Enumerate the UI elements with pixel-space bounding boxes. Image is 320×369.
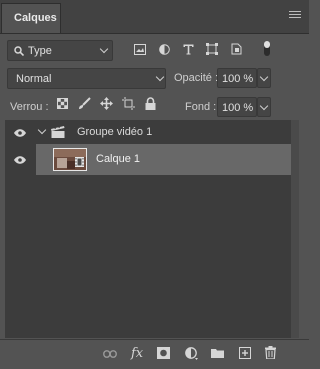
lock-image-pixels-icon[interactable]	[78, 97, 91, 110]
delete-layer-icon[interactable]	[265, 346, 276, 359]
layer-row-video-group[interactable]: Groupe vidéo 1	[5, 120, 291, 144]
opacity-input[interactable]: 100 %	[217, 68, 257, 88]
lock-position-icon[interactable]	[100, 97, 113, 110]
layer-style-fx-button[interactable]: fx	[131, 346, 143, 361]
lock-artboard-icon[interactable]	[122, 97, 135, 110]
group-expand-chevron-icon[interactable]	[37, 125, 47, 135]
type-layer-filter-icon[interactable]	[183, 44, 194, 55]
layers-footer-toolbar: fx	[0, 339, 309, 369]
fill-label: Fond :	[185, 101, 217, 113]
pixel-layer-filter-icon[interactable]	[134, 44, 146, 55]
chevron-down-icon	[259, 101, 269, 111]
chevron-down-icon	[155, 72, 165, 82]
video-group-icon	[51, 125, 65, 138]
visibility-toggle[interactable]	[5, 144, 36, 175]
new-group-folder-icon[interactable]	[211, 348, 224, 358]
layers-scrollbar[interactable]	[291, 120, 299, 338]
filter-kind-label: Type	[28, 45, 52, 57]
eye-icon	[14, 156, 26, 164]
filter-toggle-switch[interactable]	[264, 41, 270, 56]
blend-mode-value: Normal	[16, 73, 52, 85]
layer-row-calque-1[interactable]: Calque 1	[5, 144, 291, 175]
layer-name: Groupe vidéo 1	[77, 126, 153, 138]
add-mask-icon[interactable]	[157, 347, 170, 359]
layers-list: Groupe vidéo 1 Calque 1	[5, 120, 291, 338]
fill-input[interactable]: 100 %	[217, 97, 257, 117]
fill-value: 100 %	[222, 102, 254, 114]
film-strip-icon	[75, 157, 84, 167]
layer-thumbnail[interactable]	[53, 148, 87, 171]
blend-mode-select[interactable]: Normal	[7, 68, 166, 89]
chevron-down-icon	[259, 72, 269, 82]
eye-icon	[14, 129, 26, 137]
shape-layer-filter-icon[interactable]	[206, 43, 218, 55]
panel-tab-bar: Calques	[0, 0, 309, 34]
adjustment-layer-filter-icon[interactable]	[159, 44, 170, 55]
link-layers-icon[interactable]	[103, 350, 117, 358]
fill-dropdown-button[interactable]	[257, 97, 271, 117]
layer-name: Calque 1	[96, 153, 141, 165]
lock-all-icon[interactable]	[145, 97, 156, 110]
layers-panel: Calques Type Normal Opacité : 100 % Verr…	[0, 0, 309, 369]
lock-transparent-pixels-icon[interactable]	[57, 98, 68, 109]
visibility-toggle[interactable]	[5, 120, 36, 144]
search-icon	[14, 46, 24, 56]
chevron-down-icon	[99, 44, 109, 54]
new-layer-icon[interactable]	[239, 347, 251, 359]
filter-kind-select[interactable]: Type	[7, 40, 113, 61]
opacity-label: Opacité :	[174, 72, 219, 84]
new-adjustment-layer-icon[interactable]	[185, 347, 198, 360]
tab-calques-label: Calques	[14, 12, 57, 24]
opacity-value: 100 %	[222, 73, 254, 85]
opacity-dropdown-button[interactable]	[257, 68, 271, 88]
tab-calques[interactable]: Calques	[1, 3, 61, 33]
panel-menu-icon[interactable]	[289, 11, 301, 21]
smart-object-filter-icon[interactable]	[231, 43, 242, 55]
lock-label: Verrou :	[10, 101, 49, 113]
